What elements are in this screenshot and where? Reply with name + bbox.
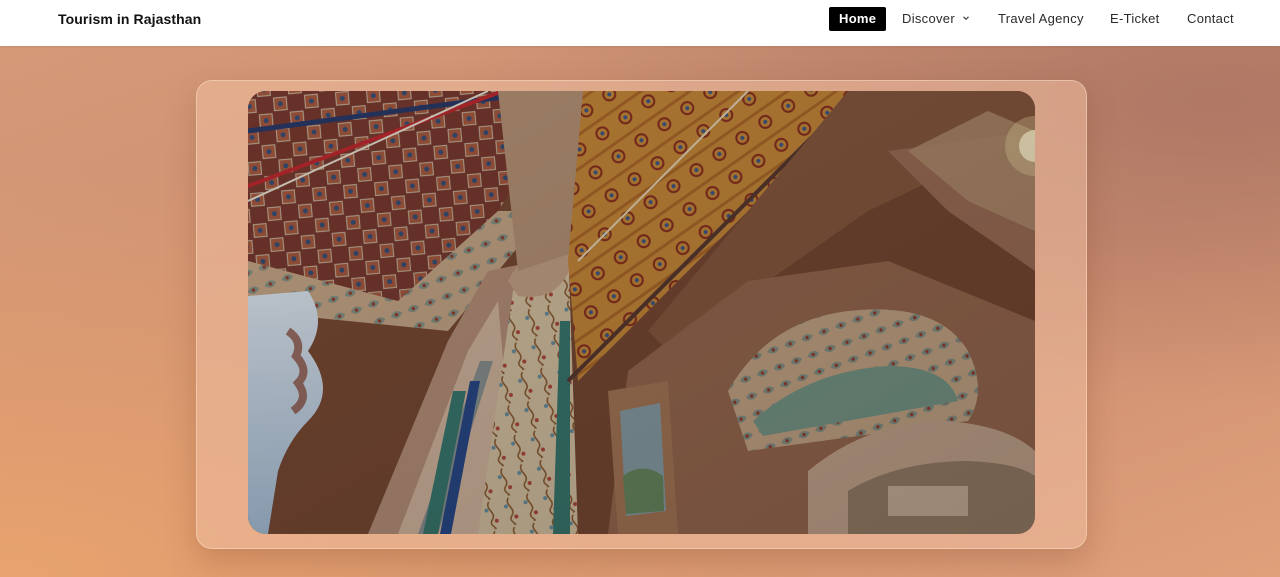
nav-home[interactable]: Home [829, 7, 887, 31]
chevron-down-icon [963, 16, 969, 21]
nav-discover-label: Discover [902, 11, 955, 26]
nav-contact[interactable]: Contact [1187, 7, 1234, 31]
site-brand[interactable]: Tourism in Rajasthan [58, 11, 201, 27]
hero-video[interactable] [248, 91, 1035, 534]
nav-travel-agency[interactable]: Travel Agency [998, 7, 1084, 31]
nav-e-ticket[interactable]: E-Ticket [1110, 7, 1160, 31]
hero-section [0, 46, 1280, 577]
palace-ceiling-image [248, 91, 1035, 534]
top-navbar: Tourism in Rajasthan Home Discover Trave… [0, 0, 1280, 46]
hero-video-frame [196, 80, 1087, 549]
nav-discover[interactable]: Discover [902, 7, 970, 31]
